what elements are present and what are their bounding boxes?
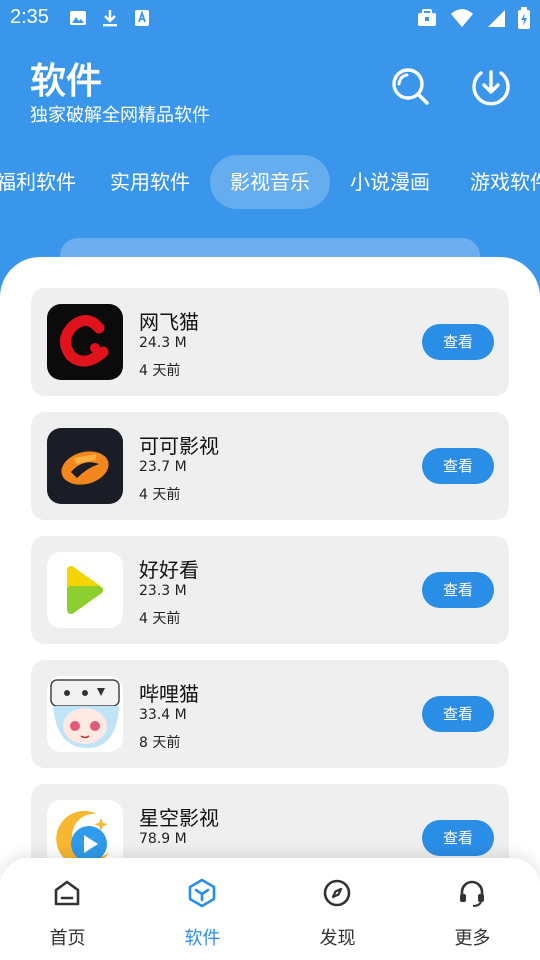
view-button[interactable]: 查看 (422, 696, 494, 732)
image-notification-icon (68, 8, 88, 32)
status-time: 2:35 (10, 6, 49, 28)
battery-icon (518, 7, 530, 33)
list-item[interactable]: 哔哩猫 33.4 M 8 天前 查看 (31, 660, 509, 768)
home-icon (52, 878, 82, 908)
app-size: 23.3 M (139, 583, 187, 599)
wangfeimao-app-icon (47, 304, 123, 380)
download-circle-icon (471, 66, 511, 110)
list-item[interactable]: 网飞猫 24.3 M 4 天前 查看 (31, 288, 509, 396)
app-size: 24.3 M (139, 335, 187, 351)
tab-shiyong[interactable]: 实用软件 (96, 155, 204, 209)
keke-app-icon (47, 428, 123, 504)
nav-label: 发现 (319, 928, 356, 949)
nav-label: 软件 (184, 928, 221, 949)
briefcase-icon (416, 8, 438, 32)
status-bar: 2:35 (0, 0, 540, 36)
nav-more[interactable]: 更多 (405, 858, 540, 960)
tab-fuli[interactable]: 福利软件 (0, 155, 86, 209)
view-button[interactable]: 查看 (422, 572, 494, 608)
page-title: 软件 (30, 61, 103, 102)
app-size: 23.7 M (139, 459, 187, 475)
tab-xiaoshuo[interactable]: 小说漫画 (336, 155, 444, 209)
signal-icon (486, 8, 506, 32)
bilimao-app-icon (47, 676, 123, 752)
nav-label: 首页 (49, 928, 86, 949)
download-notification-icon (100, 8, 120, 32)
view-button[interactable]: 查看 (422, 448, 494, 484)
category-tabs: 福利软件 实用软件 影视音乐 小说漫画 游戏软件 (0, 155, 540, 209)
haohaokan-app-icon (47, 552, 123, 628)
bottom-navigation: 首页 软件 发现 更多 (0, 858, 540, 960)
app-updated-time: 8 天前 (139, 735, 181, 751)
wifi-icon (450, 8, 474, 32)
app-name: 哔哩猫 (139, 682, 199, 706)
nav-label: 更多 (454, 928, 491, 949)
app-name: 好好看 (139, 558, 199, 582)
app-updated-time: 4 天前 (139, 611, 181, 627)
app-list-panel: 网飞猫 24.3 M 4 天前 查看 可可影视 23.7 M 4 天前 查看 好… (0, 257, 540, 960)
search-icon (390, 66, 430, 110)
headset-icon (457, 878, 487, 908)
app-name: 可可影视 (139, 434, 219, 458)
cube-icon (187, 878, 217, 908)
app-size: 33.4 M (139, 707, 187, 723)
list-item[interactable]: 可可影视 23.7 M 4 天前 查看 (31, 412, 509, 520)
tab-youxi[interactable]: 游戏软件 (456, 155, 540, 209)
app-name: 网飞猫 (139, 310, 199, 334)
page-subtitle: 独家破解全网精品软件 (30, 105, 210, 126)
view-button[interactable]: 查看 (422, 820, 494, 856)
nav-discover[interactable]: 发现 (270, 858, 405, 960)
app-notification-icon (132, 8, 152, 32)
nav-home[interactable]: 首页 (0, 858, 135, 960)
compass-icon (322, 878, 352, 908)
view-button[interactable]: 查看 (422, 324, 494, 360)
app-updated-time: 4 天前 (139, 487, 181, 503)
tab-yingshi[interactable]: 影视音乐 (210, 155, 330, 209)
download-button[interactable] (469, 66, 513, 110)
search-button[interactable] (388, 66, 432, 110)
nav-software[interactable]: 软件 (135, 858, 270, 960)
app-size: 78.9 M (139, 831, 187, 847)
list-item[interactable]: 好好看 23.3 M 4 天前 查看 (31, 536, 509, 644)
app-name: 星空影视 (139, 806, 219, 830)
app-updated-time: 4 天前 (139, 363, 181, 379)
